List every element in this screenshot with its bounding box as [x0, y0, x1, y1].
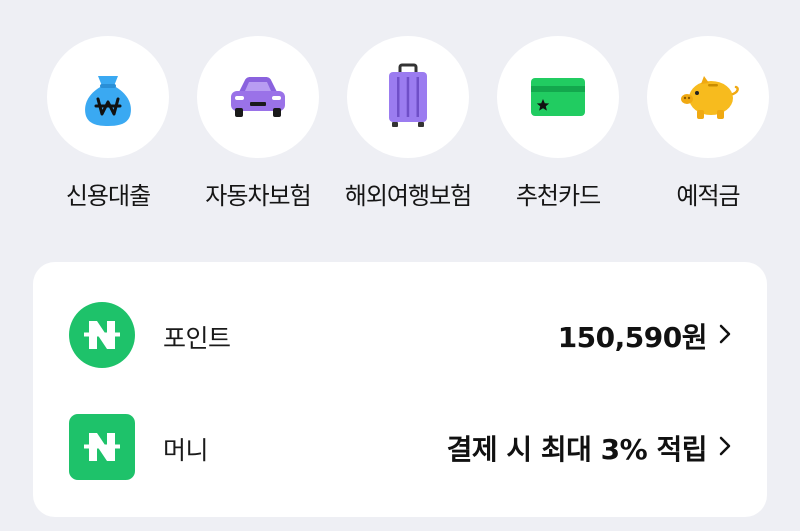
- chevron-right-icon: [719, 324, 731, 344]
- service-credit-loan-label: 신용대출: [65, 182, 151, 210]
- money-row[interactable]: 머니 결제 시 최대 3% 적립: [33, 408, 767, 488]
- money-bag-icon: [85, 76, 131, 126]
- suitcase-icon: [389, 63, 427, 127]
- naver-n-icon: [84, 433, 120, 461]
- money-label: 머니: [163, 436, 209, 465]
- card-icon: [531, 78, 585, 116]
- service-recommended-card[interactable]: 추천카드: [483, 36, 633, 216]
- money-value: 결제 시 최대 3% 적립: [446, 433, 708, 466]
- service-savings[interactable]: 예적금: [633, 36, 783, 216]
- service-credit-loan[interactable]: 신용대출: [33, 36, 183, 216]
- points-value: 150,590원: [557, 321, 708, 354]
- service-savings-label: 예적금: [676, 182, 740, 210]
- service-credit-loan-circle: [47, 36, 169, 158]
- service-recommended-card-circle: [497, 36, 619, 158]
- chevron-right-icon: [719, 436, 731, 456]
- car-icon: [231, 77, 285, 117]
- service-savings-circle: [647, 36, 769, 158]
- service-travel-insurance[interactable]: 해외여행보험: [333, 36, 483, 216]
- points-label: 포인트: [163, 324, 231, 353]
- naver-points-logo: [69, 302, 135, 368]
- service-recommended-card-label: 추천카드: [515, 182, 601, 210]
- naver-money-logo: [69, 414, 135, 480]
- points-row[interactable]: 포인트 150,590원: [33, 296, 767, 376]
- naver-pay-summary-card: 포인트 150,590원 머니 결제 시 최대 3% 적립: [33, 262, 767, 517]
- naver-n-icon: [84, 321, 120, 349]
- service-car-insurance-label: 자동차보험: [205, 182, 311, 210]
- service-shortcuts: 신용대출 자동차보험 해외여행보험 추천카드 예적금: [0, 0, 800, 230]
- service-car-insurance[interactable]: 자동차보험: [183, 36, 333, 216]
- service-travel-insurance-label: 해외여행보험: [344, 182, 472, 210]
- service-car-insurance-circle: [197, 36, 319, 158]
- piggy-bank-icon: [681, 76, 739, 119]
- service-travel-insurance-circle: [347, 36, 469, 158]
